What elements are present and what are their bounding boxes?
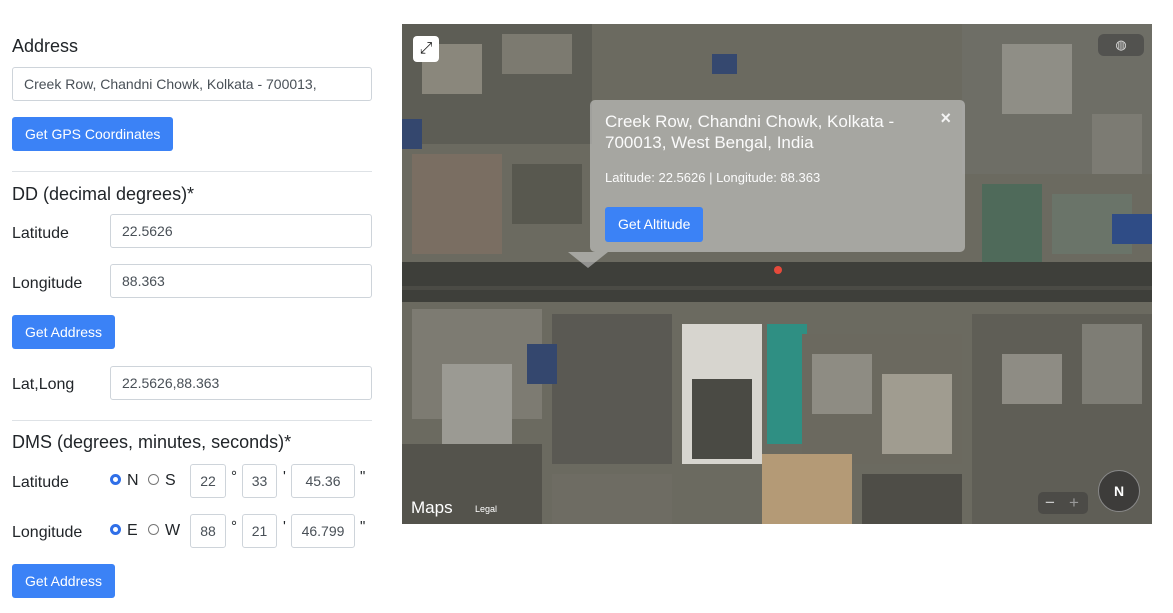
east-radio[interactable]: [110, 524, 121, 535]
lng-degrees-input[interactable]: 88: [190, 514, 226, 548]
north-label: N: [127, 472, 139, 489]
south-label: S: [165, 472, 176, 489]
zoom-controls: − +: [1038, 492, 1088, 514]
dd-heading: DD (decimal degrees)*: [12, 184, 195, 204]
dd-longitude-label: Longitude: [12, 275, 83, 292]
lat-seconds-input[interactable]: 45.36: [291, 464, 355, 498]
satellite-map[interactable]: ⤢ ◍ Creek Row, Chandni Chowk, Kolkata - …: [402, 24, 1152, 524]
close-icon[interactable]: ×: [940, 108, 951, 129]
west-label: W: [165, 522, 181, 539]
minute-symbol: ': [283, 518, 286, 535]
dms-get-address-button[interactable]: Get Address: [12, 564, 116, 598]
degree-symbol: °: [231, 518, 237, 535]
divider: [12, 171, 372, 172]
address-heading: Address: [12, 36, 79, 56]
location-popup: Creek Row, Chandni Chowk, Kolkata - 7000…: [590, 100, 965, 252]
second-symbol: ": [360, 468, 366, 485]
globe-icon[interactable]: ◍: [1098, 34, 1144, 56]
west-radio[interactable]: [148, 524, 159, 535]
lat-minutes-input[interactable]: 33: [242, 464, 277, 498]
dms-heading: DMS (degrees, minutes, seconds)*: [12, 432, 292, 452]
get-gps-coordinates-button[interactable]: Get GPS Coordinates: [12, 117, 174, 151]
popup-pointer: [568, 252, 608, 268]
north-radio[interactable]: [110, 474, 121, 485]
legal-link[interactable]: Legal: [475, 504, 497, 514]
lat-degrees-input[interactable]: 22: [190, 464, 226, 498]
zoom-out-button[interactable]: −: [1045, 493, 1055, 513]
dd-latitude-label: Latitude: [12, 225, 69, 242]
south-radio[interactable]: [148, 474, 159, 485]
lng-seconds-input[interactable]: 46.799: [291, 514, 355, 548]
minute-symbol: ': [283, 468, 286, 485]
divider: [12, 420, 372, 421]
zoom-in-button[interactable]: +: [1069, 493, 1079, 513]
dd-latitude-input[interactable]: 22.5626: [110, 214, 372, 248]
popup-address: Creek Row, Chandni Chowk, Kolkata - 7000…: [605, 112, 895, 152]
location-pin-icon[interactable]: [774, 266, 782, 274]
get-altitude-button[interactable]: Get Altitude: [605, 207, 704, 242]
fullscreen-icon[interactable]: ⤢: [413, 36, 439, 62]
apple-maps-logo: Maps: [411, 498, 453, 517]
degree-symbol: °: [231, 468, 237, 485]
dms-latitude-label: Latitude: [12, 474, 69, 491]
east-label: E: [127, 522, 138, 539]
dd-get-address-button[interactable]: Get Address: [12, 315, 116, 349]
latlong-input[interactable]: 22.5626,88.363: [110, 366, 372, 400]
lng-minutes-input[interactable]: 21: [242, 514, 277, 548]
satellite-imagery: [402, 24, 1152, 524]
latlong-label: Lat,Long: [12, 376, 75, 393]
dd-longitude-input[interactable]: 88.363: [110, 264, 372, 298]
popup-coordinates: Latitude: 22.5626 | Longitude: 88.363: [605, 170, 821, 185]
dms-longitude-label: Longitude: [12, 524, 83, 541]
address-input[interactable]: Creek Row, Chandni Chowk, Kolkata - 7000…: [12, 67, 372, 101]
compass-icon[interactable]: N: [1098, 470, 1140, 512]
second-symbol: ": [360, 518, 366, 535]
